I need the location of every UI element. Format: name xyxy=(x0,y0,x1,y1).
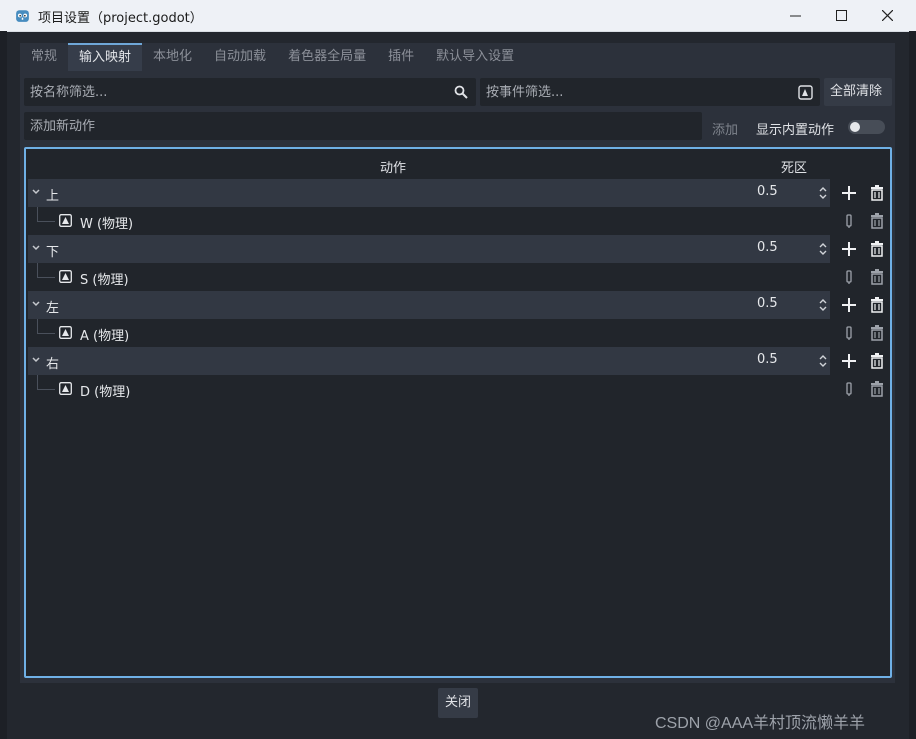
tab-plugins[interactable]: 插件 xyxy=(377,43,425,71)
tree-connector xyxy=(37,389,55,390)
tab-general[interactable]: 常规 xyxy=(20,43,68,71)
window-titlebar: 项目设置（project.godot） xyxy=(0,0,916,32)
deadzone-value[interactable]: 0.5 xyxy=(757,296,778,311)
new-action-input[interactable] xyxy=(24,112,702,140)
maximize-button[interactable] xyxy=(818,0,864,31)
action-name: 左 xyxy=(46,301,60,316)
tab-import-defaults[interactable]: 默认导入设置 xyxy=(425,43,525,71)
edit-event-icon[interactable] xyxy=(840,268,858,286)
column-header-deadzone: 死区 xyxy=(781,161,808,176)
add-event-icon[interactable] xyxy=(840,184,858,202)
event-name: S (物理) xyxy=(80,273,129,288)
spinner-arrows-icon[interactable] xyxy=(818,241,828,257)
tree-connector xyxy=(37,333,55,334)
keyboard-listen-icon[interactable] xyxy=(798,85,813,100)
tab-shader-globals[interactable]: 着色器全局量 xyxy=(277,43,377,71)
close-button[interactable]: 关闭 xyxy=(438,688,478,718)
action-row-background xyxy=(28,347,830,375)
delete-event-icon[interactable] xyxy=(868,268,886,286)
keyboard-key-icon xyxy=(59,326,72,339)
add-event-icon[interactable] xyxy=(840,240,858,258)
tree-connector xyxy=(37,319,38,333)
show-builtin-label: 显示内置动作 xyxy=(756,123,835,138)
edit-event-icon[interactable] xyxy=(840,324,858,342)
tree-header: 动作 死区 xyxy=(26,149,890,179)
chevron-down-icon[interactable] xyxy=(31,297,41,311)
event-name: A (物理) xyxy=(80,329,130,344)
close-icon xyxy=(881,10,893,21)
delete-action-icon[interactable] xyxy=(868,296,886,314)
delete-event-icon[interactable] xyxy=(868,212,886,230)
maximize-icon xyxy=(835,10,847,21)
action-row-background xyxy=(28,179,830,207)
filter-by-name-field xyxy=(24,78,476,106)
delete-event-icon[interactable] xyxy=(868,380,886,398)
tree-connector xyxy=(37,375,38,389)
add-event-icon[interactable] xyxy=(840,352,858,370)
spinner-arrows-icon[interactable] xyxy=(818,185,828,201)
minimize-button[interactable] xyxy=(772,0,818,31)
chevron-down-icon[interactable] xyxy=(31,185,41,199)
edit-event-icon[interactable] xyxy=(840,212,858,230)
background-editor-edge xyxy=(0,31,7,739)
action-row[interactable]: 上 0.5 xyxy=(28,179,888,207)
add-event-icon[interactable] xyxy=(840,296,858,314)
minimize-icon xyxy=(789,15,801,17)
show-builtin-toggle[interactable] xyxy=(848,120,885,134)
filter-by-event-input[interactable] xyxy=(480,78,820,106)
event-row[interactable]: S (物理) xyxy=(28,263,888,291)
godot-logo-icon xyxy=(16,10,29,22)
tree-connector xyxy=(37,263,38,277)
edit-event-icon[interactable] xyxy=(840,380,858,398)
tab-autoload[interactable]: 自动加载 xyxy=(203,43,277,71)
action-tree: 动作 死区 上 0.5 W (物理) 下 0.5 S (物理) 左 0.5 A … xyxy=(24,147,892,678)
add-action-button[interactable]: 添加 xyxy=(712,119,738,138)
chevron-down-icon[interactable] xyxy=(31,241,41,255)
keyboard-key-icon xyxy=(59,382,72,395)
deadzone-value[interactable]: 0.5 xyxy=(757,240,778,255)
background-editor-edge xyxy=(909,31,916,739)
action-row-background xyxy=(28,291,830,319)
filter-by-name-input[interactable] xyxy=(24,78,476,106)
deadzone-value[interactable]: 0.5 xyxy=(757,352,778,367)
tree-connector xyxy=(37,207,38,221)
spinner-arrows-icon[interactable] xyxy=(818,297,828,313)
action-row-background xyxy=(28,235,830,263)
filter-by-event-field xyxy=(480,78,820,106)
action-name: 右 xyxy=(46,357,60,372)
action-row[interactable]: 左 0.5 xyxy=(28,291,888,319)
delete-action-icon[interactable] xyxy=(868,240,886,258)
tab-input-map[interactable]: 输入映射 xyxy=(68,43,143,71)
tab-localization[interactable]: 本地化 xyxy=(142,43,203,71)
delete-action-icon[interactable] xyxy=(868,352,886,370)
chevron-down-icon[interactable] xyxy=(31,353,41,367)
action-name: 下 xyxy=(46,245,60,260)
tab-bar: 常规 输入映射 本地化 自动加载 着色器全局量 插件 默认导入设置 xyxy=(20,43,525,71)
event-row[interactable]: W (物理) xyxy=(28,207,888,235)
action-row[interactable]: 下 0.5 xyxy=(28,235,888,263)
delete-action-icon[interactable] xyxy=(868,184,886,202)
action-name: 上 xyxy=(46,189,60,204)
keyboard-key-icon xyxy=(59,270,72,283)
event-name: D (物理) xyxy=(80,385,131,400)
delete-event-icon[interactable] xyxy=(868,324,886,342)
window-title: 项目设置（project.godot） xyxy=(38,11,203,26)
clear-all-button[interactable]: 全部清除 xyxy=(824,78,892,106)
tree-connector xyxy=(37,221,55,222)
watermark-text: CSDN @AAA羊村顶流懒羊羊 xyxy=(655,715,866,732)
close-window-button[interactable] xyxy=(864,0,910,31)
event-row[interactable]: A (物理) xyxy=(28,319,888,347)
action-row[interactable]: 右 0.5 xyxy=(28,347,888,375)
spinner-arrows-icon[interactable] xyxy=(818,353,828,369)
tree-connector xyxy=(37,277,55,278)
column-header-action: 动作 xyxy=(380,161,407,176)
search-icon xyxy=(454,85,468,99)
add-action-field xyxy=(24,112,702,140)
deadzone-value[interactable]: 0.5 xyxy=(757,184,778,199)
event-name: W (物理) xyxy=(80,217,134,232)
keyboard-key-icon xyxy=(59,214,72,227)
event-row[interactable]: D (物理) xyxy=(28,375,888,403)
